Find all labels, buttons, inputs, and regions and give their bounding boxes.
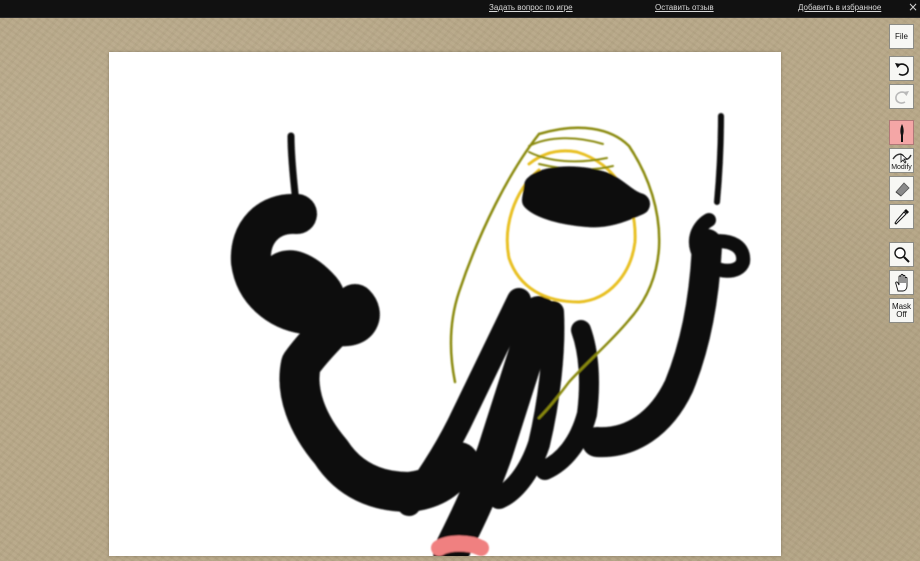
file-label: File xyxy=(895,31,908,41)
close-icon[interactable]: × xyxy=(908,0,918,14)
brush-icon xyxy=(899,123,904,142)
eraser-icon xyxy=(894,181,910,197)
magnifier-icon xyxy=(893,246,910,263)
pan-tool[interactable] xyxy=(889,270,914,295)
stroke-right-antenna xyxy=(714,113,724,205)
eyedropper-icon xyxy=(893,208,909,225)
add-to-favorites-link[interactable]: Добавить в избранное xyxy=(798,3,881,13)
leave-feedback-link[interactable]: Оставить отзыв xyxy=(655,3,714,13)
stroke-pink-tip xyxy=(431,535,489,556)
top-bar: Задать вопрос по игре Оставить отзыв Доб… xyxy=(0,0,920,18)
zoom-tool[interactable] xyxy=(889,242,914,267)
eyedropper-tool[interactable] xyxy=(889,204,914,229)
undo-button[interactable] xyxy=(889,56,914,81)
redo-icon xyxy=(894,90,909,104)
stroke-right-loop xyxy=(688,213,751,278)
file-button[interactable]: File xyxy=(889,24,914,49)
mask-toggle-button[interactable]: Mask Off xyxy=(889,298,914,323)
undo-icon xyxy=(894,62,909,76)
modify-tool[interactable]: Modify xyxy=(889,148,914,173)
drawing-strokes xyxy=(230,113,751,556)
stroke-right-arm xyxy=(582,229,722,458)
mask-label: Mask Off xyxy=(891,301,912,319)
modify-icon xyxy=(892,153,912,163)
redo-button[interactable] xyxy=(889,84,914,109)
brush-tool[interactable] xyxy=(889,120,914,145)
hand-icon xyxy=(894,273,907,291)
workspace: File Modify Mask Off xyxy=(0,18,920,561)
stroke-left-coil xyxy=(230,193,479,512)
eraser-tool[interactable] xyxy=(889,176,914,201)
stroke-head-mask xyxy=(522,166,650,228)
modify-label: Modify xyxy=(891,164,912,171)
drawing-canvas[interactable] xyxy=(109,52,781,556)
ask-question-link[interactable]: Задать вопрос по игре xyxy=(489,3,573,13)
